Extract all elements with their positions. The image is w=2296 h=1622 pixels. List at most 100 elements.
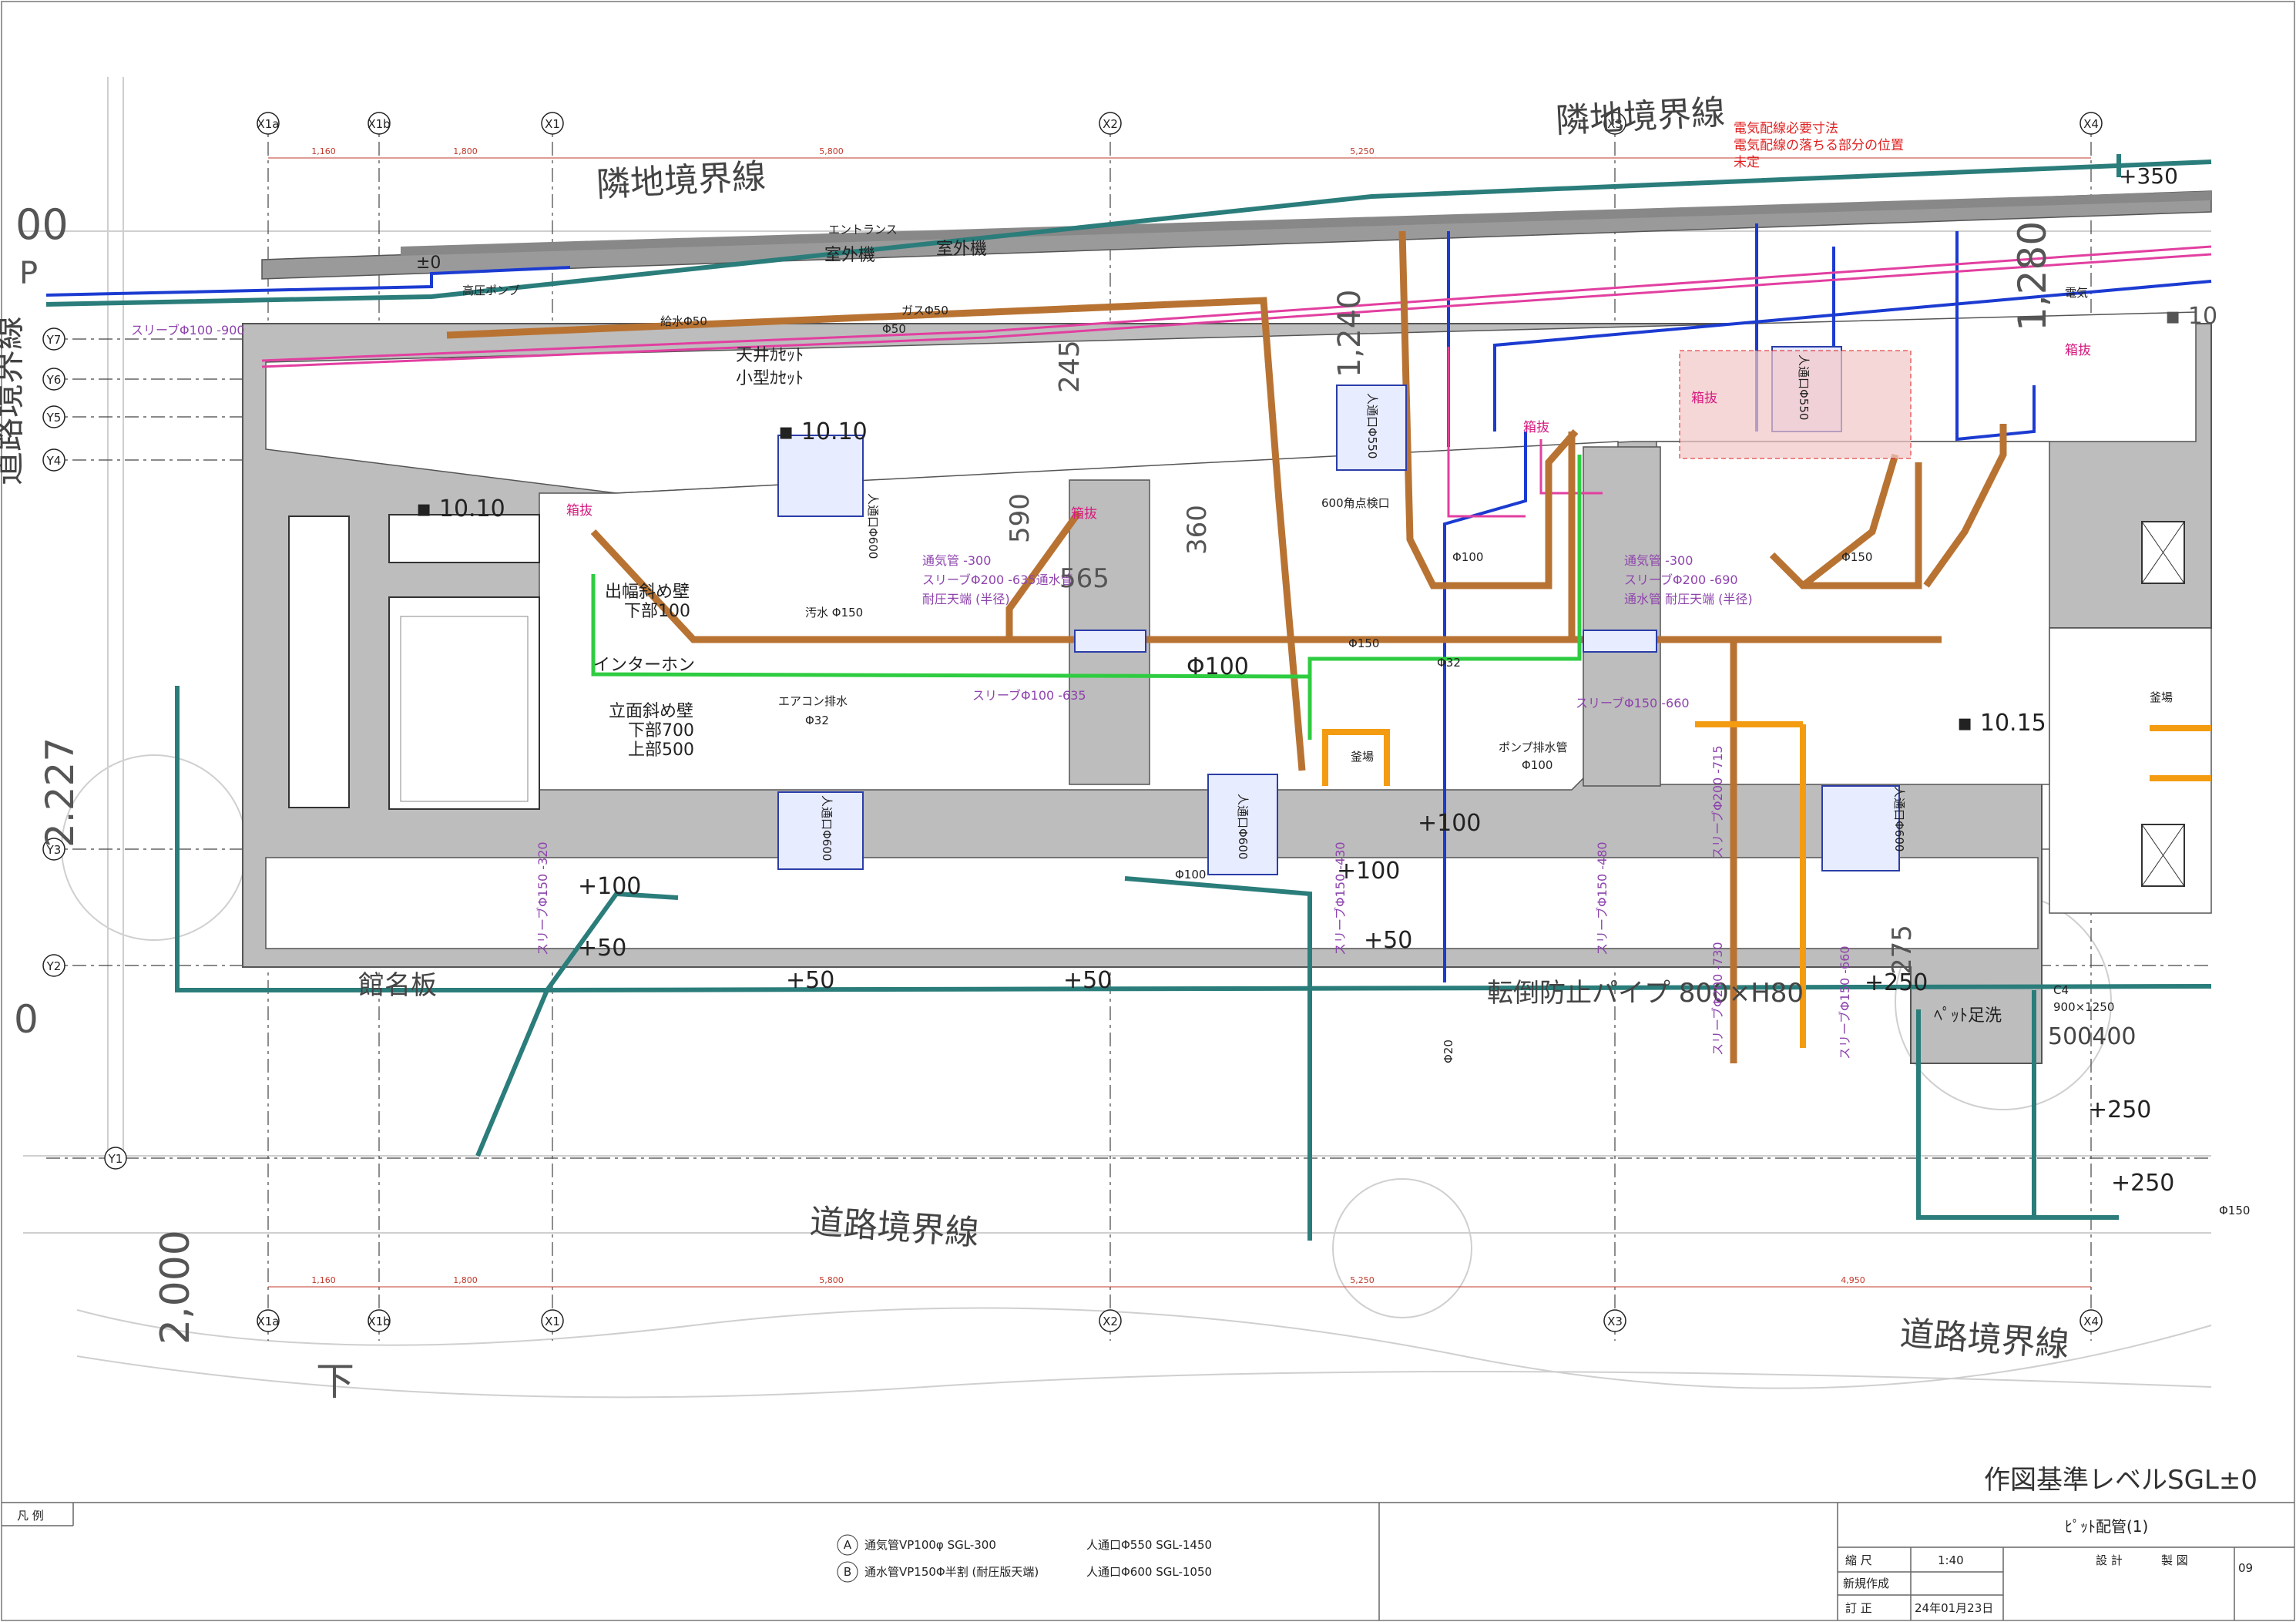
dim-4950-bottom: 4,950 — [1841, 1275, 1865, 1285]
sleeve-label-13: スリーブΦ200 -730 — [1710, 942, 1725, 1056]
phi32-label: Φ32 — [1437, 656, 1461, 670]
dim-5250: 5,250 — [1350, 146, 1375, 156]
drawing-title: 作図基準レベルSGL±0 — [1984, 1465, 2257, 1496]
grid-label-x1b: X1b — [368, 117, 390, 131]
big-565: 565 — [1059, 563, 1109, 594]
ac-drain-size-label: Φ32 — [805, 714, 829, 727]
bay-wall-label: 出幅斜め壁 — [605, 583, 690, 602]
pet-wash-label: ﾍﾟｯﾄ足洗 — [1934, 1006, 2002, 1026]
box-out-label-2: 箱抜 — [1071, 506, 1097, 522]
grid-label-x1-bottom: X1 — [545, 1315, 560, 1328]
kama-label-2: 釜場 — [2150, 690, 2173, 704]
c4-dim-label: 500400 — [2048, 1023, 2137, 1050]
red-note-1: 電気配線必要寸法 — [1734, 121, 1838, 136]
legend-mark-a: A — [844, 1538, 852, 1552]
dim-1800: 1,800 — [453, 146, 478, 156]
intercom-label: インターホン — [593, 656, 695, 675]
manhole-label-3: 人通口Φ600 — [1236, 794, 1250, 859]
phi150-a: Φ150 — [1348, 636, 1379, 650]
big-2000: 2,000 — [153, 1230, 199, 1345]
square-opening-label: 600角点検口 — [1321, 496, 1390, 510]
pump-drain-label: ポンプ排水管 — [1499, 740, 1568, 754]
manhole-label-5: 人通口Φ550 — [1797, 354, 1811, 420]
grid-label-y2: Y2 — [46, 959, 62, 973]
drafting-label: 製 図 — [2161, 1553, 2188, 1567]
legend-manhole-b: 人通口Φ600 SGL-1050 — [1086, 1565, 1212, 1579]
plus100-c: +100 — [1418, 810, 1481, 837]
manhole-label-1: 人通口Φ600 — [866, 493, 880, 559]
slope-wall-label: 立面斜め壁 — [609, 702, 693, 721]
big-360: 360 — [1182, 505, 1213, 555]
legend-text-b: 通水管VP150Φ半割 (耐圧版天端) — [864, 1565, 1039, 1579]
grid-label-x1b-bottom: X1b — [368, 1315, 390, 1328]
big-1240: 1,240 — [1332, 289, 1368, 378]
gas-label: ガスΦ50 — [901, 304, 948, 317]
plus50-b: +50 — [786, 967, 834, 994]
big-0: 0 — [14, 997, 39, 1042]
phi100-b: Φ100 — [1175, 868, 1206, 882]
phi100-c: Φ100 — [1187, 653, 1249, 680]
grid-label-y7: Y7 — [46, 333, 62, 347]
water-supply-label: 給水Φ50 — [660, 314, 707, 328]
scale-value: 1:40 — [1938, 1553, 1964, 1567]
box-out-label-1: 箱抜 — [566, 503, 592, 519]
phi100-a: Φ100 — [1452, 550, 1483, 564]
entrance-label: エントランス — [828, 223, 898, 237]
pump-label: 高圧ポンプ — [462, 284, 520, 297]
manhole-label-2: 人通口Φ600 — [820, 795, 834, 861]
grid-label-x2-bottom: X2 — [1103, 1315, 1118, 1328]
legend: A 通気管VP100φ SGL-300 人通口Φ550 SGL-1450 B 通… — [837, 1534, 1212, 1583]
grid-label-y1: Y1 — [108, 1152, 123, 1166]
sleeve-top-label: スリーブΦ100 -900 — [131, 323, 245, 337]
box-out-label-5: 箱抜 — [2065, 343, 2091, 358]
bay-wall-label-2: 下部100 — [624, 602, 690, 621]
small-cassette-label: 小型ｶｾｯﾄ — [736, 369, 804, 388]
sleeve-label-12: スリーブΦ200 -715 — [1710, 745, 1725, 859]
neighbor-boundary-label-1: 隣地境界線 — [596, 157, 767, 205]
outdoor-unit-label-2: 室外機 — [936, 240, 987, 259]
grid-label-x1a-bottom: X1a — [257, 1315, 279, 1328]
sheet-name: ﾋﾟｯﾄ配管(1) — [2065, 1517, 2148, 1536]
road-boundary-label-right: 道路境界線 — [1898, 1314, 2070, 1365]
plus50-a: +50 — [578, 935, 626, 962]
grid-label-x2: X2 — [1103, 117, 1118, 131]
level-label-3: ▪ 10.10 — [778, 418, 868, 445]
sleeve-label-3: 耐圧天端 (半径) — [922, 592, 1010, 606]
red-note-2: 電気配線の落ちる部分の位置 — [1734, 138, 1904, 153]
big-ka: 下 — [316, 1359, 354, 1404]
kama-label-1: 釜場 — [1351, 750, 1374, 764]
sleeve-label-9: スリーブΦ150 -320 — [535, 841, 550, 955]
big-00: 00 — [15, 200, 69, 249]
phi20-label: Φ20 — [1442, 1039, 1455, 1063]
pit-piping-plan: X1a X1b X1 X2 X3 X4 X1a X1b X1 X2 X3 X4 … — [0, 1, 2295, 1621]
legend-text-a: 通気管VP100φ SGL-300 — [864, 1538, 996, 1552]
dim-5800-bottom: 5,800 — [819, 1275, 844, 1285]
c4-size-label: 900×1250 — [2053, 1000, 2114, 1014]
legend-mark-b: B — [844, 1565, 851, 1579]
slope-wall-label-3: 上部500 — [628, 740, 694, 760]
legend-manhole-a: 人通口Φ550 SGL-1450 — [1086, 1538, 1212, 1552]
sleeve-label-14: スリーブΦ150 -660 — [1838, 945, 1852, 1060]
dim-1160: 1,160 — [311, 146, 336, 156]
dim-5800: 5,800 — [819, 146, 844, 156]
sleeve-label-8: スリーブΦ150 -660 — [1576, 696, 1690, 710]
ceiling-cassette-label: 天井ｶｾｯﾄ — [736, 346, 804, 365]
manhole-label-4: 人通口Φ550 — [1365, 393, 1379, 458]
level-label-2: ▪ 10.15 — [1957, 710, 2046, 737]
big-590: 590 — [1005, 493, 1036, 543]
plus350-label: +350 — [2119, 163, 2178, 189]
neighbor-boundary-label-2: 隣地境界線 — [1555, 93, 1726, 141]
level-label-1: ▪ 10.10 — [416, 495, 505, 522]
road-boundary-label-left: 道路境界線 — [0, 316, 28, 485]
red-note-3: 未定 — [1734, 155, 1760, 170]
fall-pipe-label: 転倒防止パイプ 800×H80 — [1487, 978, 1804, 1009]
sleeve-label-7: スリーブΦ100 -635 — [972, 688, 1086, 703]
big-10: ▪ 10 — [2165, 303, 2217, 330]
big-227: 2.227 — [38, 737, 82, 848]
denki-label: 電気 — [2065, 286, 2088, 300]
grid-label-x4: X4 — [2083, 117, 2099, 131]
grid-label-x4-bottom: X4 — [2083, 1315, 2099, 1328]
sleeve-label-5: スリーブΦ200 -690 — [1624, 573, 1738, 587]
ac-drain-label: エアコン排水 — [778, 694, 848, 708]
sleeve-label-6: 通水管 耐圧天端 (半径) — [1624, 592, 1753, 606]
